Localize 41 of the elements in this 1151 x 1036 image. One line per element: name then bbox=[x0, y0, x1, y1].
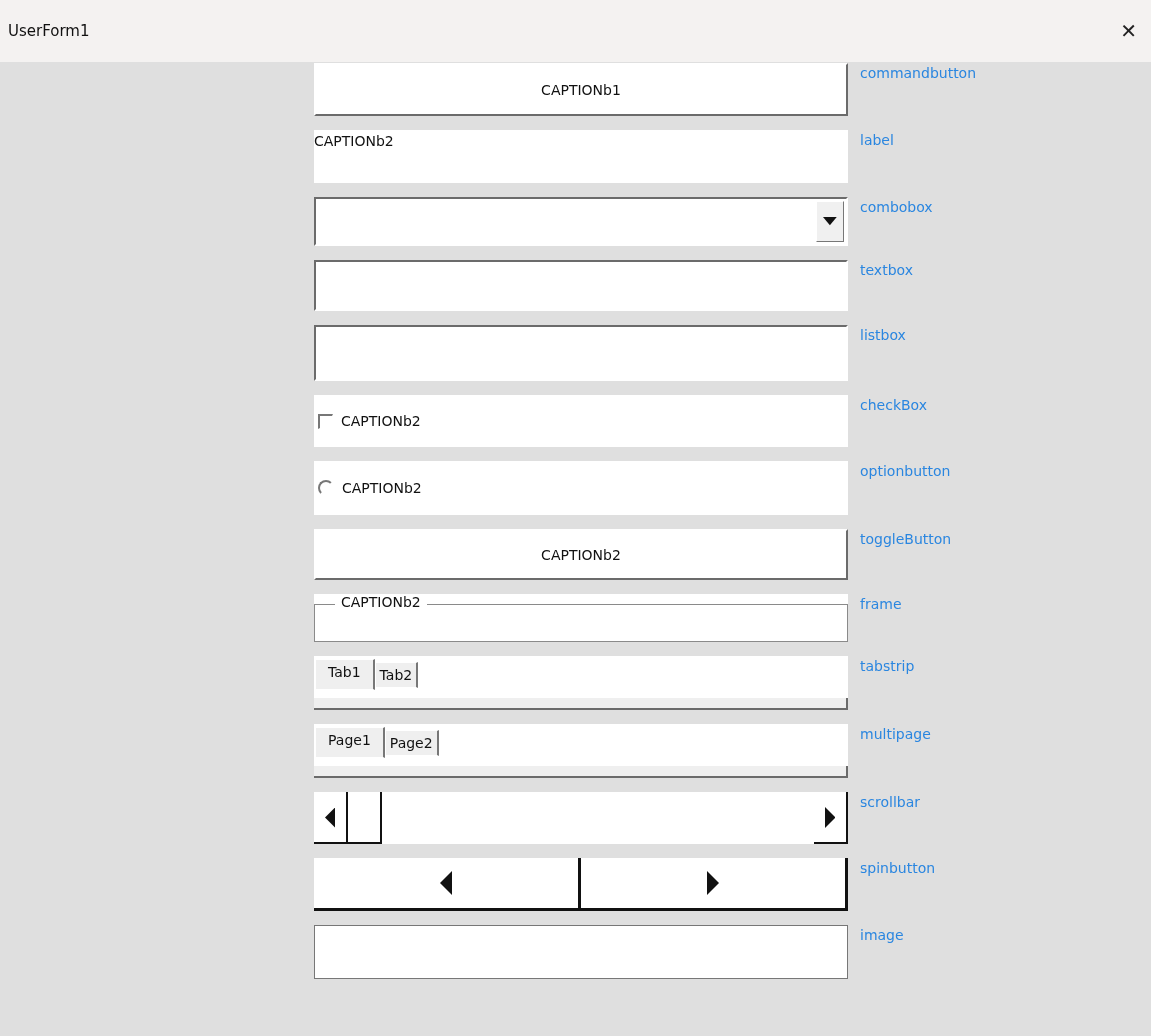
window-title: UserForm1 bbox=[8, 22, 90, 40]
scroll-left-button[interactable] bbox=[314, 792, 348, 844]
left-arrow-icon bbox=[324, 806, 336, 828]
dropdown-button[interactable] bbox=[816, 201, 844, 242]
control-name: multipage bbox=[860, 725, 931, 743]
left-arrow-icon bbox=[440, 871, 452, 895]
checkbox-label: CAPTIONb2 bbox=[341, 413, 421, 429]
control-name: checkBox bbox=[860, 396, 927, 414]
control-name: toggleButton bbox=[860, 530, 952, 548]
control-name: image bbox=[860, 926, 904, 944]
control-name: optionbutton bbox=[860, 462, 951, 480]
text-field[interactable] bbox=[314, 260, 848, 311]
control-name: textbox bbox=[860, 261, 913, 279]
scroll-right-button[interactable] bbox=[814, 792, 848, 844]
control-name: tabstrip bbox=[860, 657, 915, 675]
combo-box[interactable] bbox=[314, 197, 848, 246]
spin-down-button[interactable] bbox=[314, 858, 581, 911]
scroll-thumb[interactable] bbox=[348, 792, 382, 844]
control-name: combobox bbox=[860, 198, 933, 216]
tab[interactable]: Tab1 bbox=[315, 659, 375, 690]
control-name: frame bbox=[860, 595, 902, 613]
spin-up-button[interactable] bbox=[581, 858, 848, 911]
scroll-bar[interactable] bbox=[314, 792, 848, 844]
caret-icon bbox=[823, 217, 837, 226]
control-name: listbox bbox=[860, 326, 906, 344]
command-button[interactable]: CAPTIONb1 bbox=[314, 63, 848, 116]
tab[interactable]: Page2 bbox=[384, 730, 439, 756]
control-name: spinbutton bbox=[860, 859, 936, 877]
label-text: CAPTIONb2 bbox=[314, 130, 848, 183]
right-arrow-icon bbox=[824, 806, 836, 828]
tab[interactable]: Tab2 bbox=[374, 662, 419, 688]
right-arrow-icon bbox=[707, 871, 719, 895]
control-name: label bbox=[860, 131, 894, 149]
frame-caption: CAPTIONb2 bbox=[335, 594, 427, 610]
tab[interactable]: Page1 bbox=[315, 727, 385, 758]
control-name: commandbutton bbox=[860, 64, 977, 82]
radio-label: CAPTIONb2 bbox=[342, 480, 422, 496]
list-box[interactable] bbox=[314, 325, 848, 381]
toggle-button[interactable]: CAPTIONb2 bbox=[314, 529, 848, 580]
control-name: scrollbar bbox=[860, 793, 920, 811]
close-button[interactable]: ✕ bbox=[1116, 19, 1141, 43]
